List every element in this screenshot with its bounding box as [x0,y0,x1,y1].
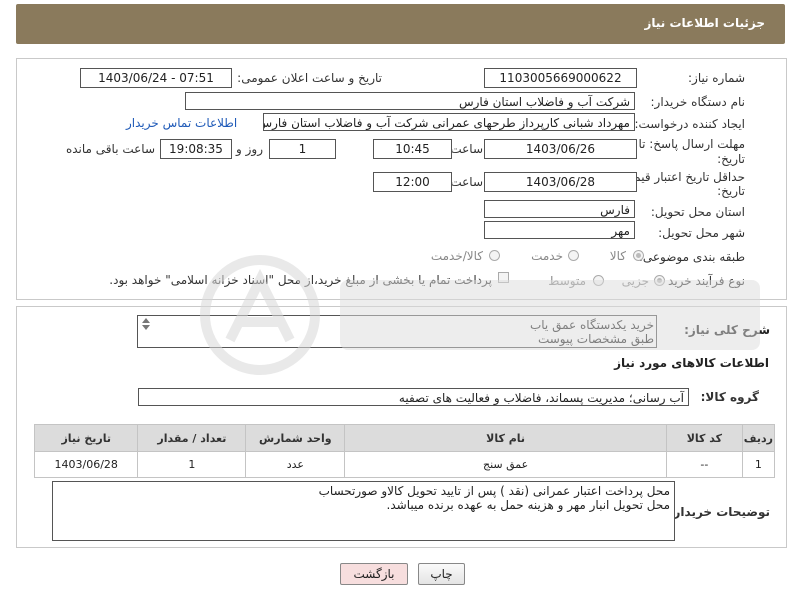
category-option-service: خدمت [531,249,563,263]
summary-line-2: طبق مشخصات پیوست [537,332,654,346]
days-label: روز و [236,142,263,156]
deadline-time-field: 10:45 [373,139,452,159]
summary-scroll-down-icon[interactable] [142,325,150,330]
treasury-payment-note: پرداخت تمام یا بخشی از مبلغ خرید،از محل … [109,273,492,287]
cell-name: عمق سنج [344,451,667,478]
buyer-notes-textarea[interactable]: محل پرداخت اعتبار عمرانی (نقد ) پس از تا… [52,481,675,541]
summary-label: شرح کلی نیاز: [684,323,770,337]
page-title: جزئیات اطلاعات نیاز [644,16,765,30]
category-radio-goods-service[interactable] [489,250,500,261]
city-field: مهر [484,221,635,239]
print-button[interactable]: چاپ [418,563,465,585]
deadline-date-field: 1403/06/26 [484,139,637,159]
col-code: کد کالا [665,424,743,452]
col-name: نام کالا [344,424,667,452]
summary-scroll-up-icon[interactable] [142,318,150,323]
summary-textarea[interactable]: خرید یکدستگاه عمق یاب طبق مشخصات پیوست [137,315,657,348]
creator-label: ایجاد کننده درخواست: [634,117,745,131]
deadline-time-label: ساعت [450,142,483,156]
category-radio-service[interactable] [568,250,579,261]
province-field: فارس [484,200,635,218]
purchase-radio-minor[interactable] [654,275,665,286]
contact-buyer-link[interactable]: اطلاعات تماس خریدار [126,116,237,130]
category-option-goods-service: کالا/خدمت [430,249,483,263]
cell-row: 1 [741,451,776,478]
category-label: طبقه بندی موضوعی: [638,250,745,264]
goods-table: تاریخ نیاز تعداد / مقدار واحد شمارش نام … [33,424,776,478]
announce-field: 1403/06/24 - 07:51 [80,68,232,88]
goods-group-label: گروه کالا: [700,390,759,404]
col-qty: تعداد / مقدار [137,424,247,452]
col-date: تاریخ نیاز [33,424,139,452]
col-row: ردیف [741,424,776,452]
purchase-option-minor: جزیی [621,274,649,288]
buyer-notes-line-1: محل پرداخت اعتبار عمرانی (نقد ) پس از تا… [318,484,670,498]
table-row: 1403/06/28 1 عدد عمق سنج -- 1 [33,451,776,478]
col-unit: واحد شمارش [245,424,346,452]
purchase-option-medium: متوسط [548,274,586,288]
buyer-org-field: شرکت آب و فاضلاب استان فارس [185,92,635,110]
purchase-type-label: نوع فرآیند خرید : [660,274,745,288]
announce-label: تاریخ و ساعت اعلان عمومی: [237,71,382,85]
treasury-payment-checkbox[interactable] [498,272,509,283]
price-time-label: ساعت [450,175,483,189]
need-number-label: شماره نیاز: [688,71,745,85]
need-number-field: 1103005669000622 [484,68,637,88]
days-field: 1 [269,139,336,159]
buyer-notes-line-2: محل تحویل انبار مهر و هزینه حمل به عهده … [386,498,670,512]
remaining-label: ساعت باقی مانده [65,142,155,156]
price-time-field: 12:00 [373,172,452,192]
back-button[interactable]: بازگشت [340,563,408,585]
deadline-label: مهلت ارسال پاسخ: تا [638,137,745,151]
province-label: استان محل تحویل: [650,205,745,219]
cell-qty: 1 [137,451,247,478]
category-radio-goods[interactable] [633,250,644,261]
category-option-goods: کالا [609,249,626,263]
cell-code: -- [665,451,743,478]
remaining-time-field: 19:08:35 [160,139,232,159]
buyer-org-label: نام دستگاه خریدار: [650,95,746,109]
price-validity-label-date: تاریخ: [717,184,745,198]
creator-field: مهرداد شبانی کارپرداز طرحهای عمرانی شرکت… [263,113,635,131]
goods-section-title: اطلاعات کالاهای مورد نیاز [614,356,769,370]
price-date-field: 1403/06/28 [484,172,637,192]
cell-date: 1403/06/28 [33,451,139,478]
goods-group-field: آب رسانی؛ مدیریت پسماند، فاضلاب و فعالیت… [138,388,689,406]
summary-line-1: خرید یکدستگاه عمق یاب [529,318,654,332]
buyer-notes-label: توضیحات خریدار: [668,505,770,519]
deadline-label-date: تاریخ: [717,152,745,166]
purchase-radio-medium[interactable] [593,275,604,286]
page-header: جزئیات اطلاعات نیاز [16,4,785,44]
cell-unit: عدد [245,451,346,478]
city-label: شهر محل تحویل: [658,226,745,240]
